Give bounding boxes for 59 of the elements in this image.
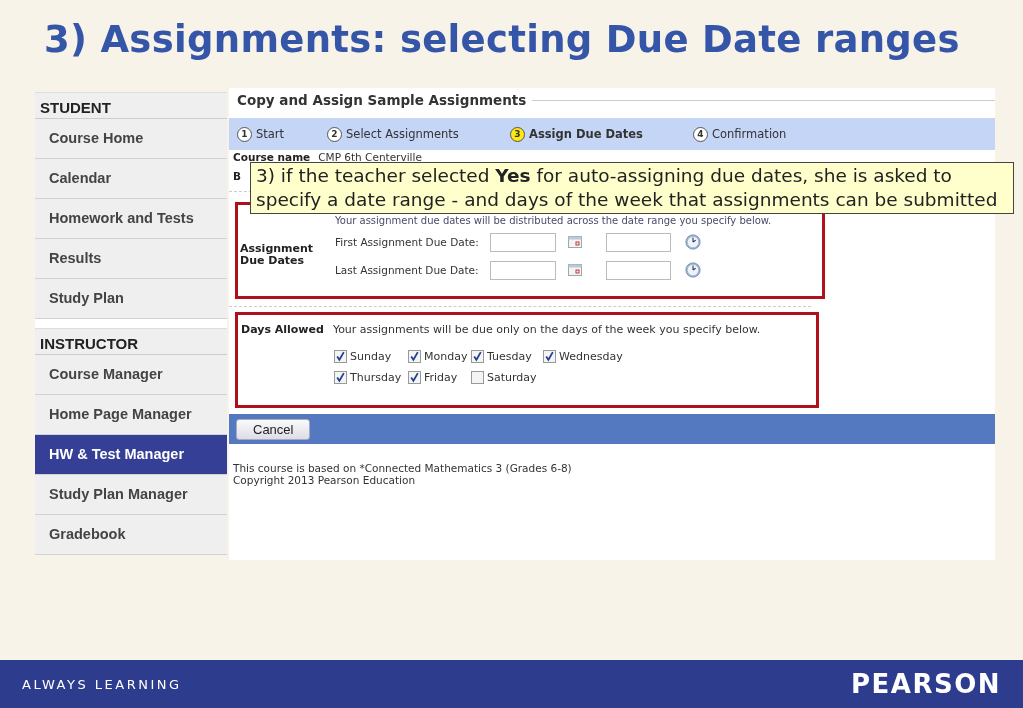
course-name: CMP 6th Centerville	[318, 151, 422, 164]
field-label: First Assignment Due Date:	[335, 236, 480, 248]
date-field[interactable]	[490, 232, 556, 252]
sidebar-item[interactable]: Course Home	[35, 119, 227, 159]
field-label: Last Assignment Due Date:	[335, 264, 480, 276]
checkbox[interactable]	[471, 350, 484, 363]
step-number: 1	[237, 126, 252, 142]
checkbox-label: Thursday	[350, 371, 402, 384]
checkbox[interactable]	[334, 350, 347, 363]
sidebar-item[interactable]: Calendar	[35, 159, 227, 199]
step-number: 4	[693, 126, 708, 142]
time-field[interactable]	[606, 260, 671, 280]
checkbox[interactable]	[543, 350, 556, 363]
sidebar-item[interactable]: Study Plan	[35, 279, 227, 319]
checkbox-label: Monday	[424, 350, 468, 363]
step-label: Assign Due Dates	[529, 127, 643, 141]
checkbox-label: Saturday	[487, 371, 537, 384]
sidebar-item[interactable]: Study Plan Manager	[35, 475, 227, 515]
sidebar-item[interactable]: Home Page Manager	[35, 395, 227, 435]
checkbox[interactable]	[334, 371, 347, 384]
sidebar-item[interactable]: Course Manager	[35, 355, 227, 395]
date-field[interactable]	[490, 260, 556, 280]
step-label: Confirmation	[712, 127, 787, 141]
footer-text: Copyright 2013 Pearson Education	[233, 474, 417, 486]
checkbox-label: Friday	[424, 371, 458, 384]
sidebar-heading: STUDENT	[35, 92, 227, 119]
hint-text: Your assignment due dates will be distributed across the date range you specify below.	[334, 215, 773, 226]
clock-icon[interactable]	[685, 234, 701, 250]
checkbox-label: Wednesday	[559, 350, 623, 363]
section-label: Days Allowed	[241, 323, 324, 336]
hint-text: Your assignments will be due only on the days of the week you specify below.	[332, 323, 761, 336]
field-label: Course name	[233, 151, 311, 164]
time-field[interactable]	[606, 232, 671, 252]
calendar-icon[interactable]	[568, 264, 582, 276]
tagline: ALWAYS LEARNING	[22, 676, 182, 692]
checkbox-label: Tuesday	[487, 350, 532, 363]
cancel-button[interactable]: Cancel	[236, 418, 311, 440]
checkbox[interactable]	[408, 350, 421, 363]
field-label: B	[233, 170, 241, 183]
page-heading: Copy and Assign Sample Assignments	[237, 92, 527, 108]
brand-name: PEARSON	[850, 669, 1001, 699]
footer-text: This course is based on *Connected Mathematics 3 (Grades 6-8)	[233, 462, 573, 474]
sidebar-item[interactable]: Gradebook	[35, 515, 227, 555]
sidebar-heading: INSTRUCTOR	[35, 328, 227, 355]
section-label: Assignment Due Dates	[240, 241, 315, 269]
step-label: Select Assignments	[346, 127, 459, 141]
step-number: 3	[510, 126, 525, 142]
step-label: Start	[256, 127, 285, 141]
checkbox[interactable]	[471, 371, 484, 384]
clock-icon[interactable]	[685, 262, 701, 278]
callout: 3) if the teacher selected Yes for auto-assigning due dates, she is asked to specify a date range - and days of the week that assignments can be submitted	[250, 162, 1014, 214]
checkbox-label: Sunday	[350, 350, 392, 363]
sidebar-item[interactable]: Results	[35, 239, 227, 279]
sidebar-item[interactable]: HW & Test Manager	[35, 435, 227, 475]
calendar-icon[interactable]	[568, 236, 582, 248]
checkbox[interactable]	[408, 371, 421, 384]
step-number: 2	[327, 126, 342, 142]
sidebar-item[interactable]: Homework and Tests	[35, 199, 227, 239]
slide-title: 3) Assignments: selecting Due Date ranges	[43, 17, 961, 63]
